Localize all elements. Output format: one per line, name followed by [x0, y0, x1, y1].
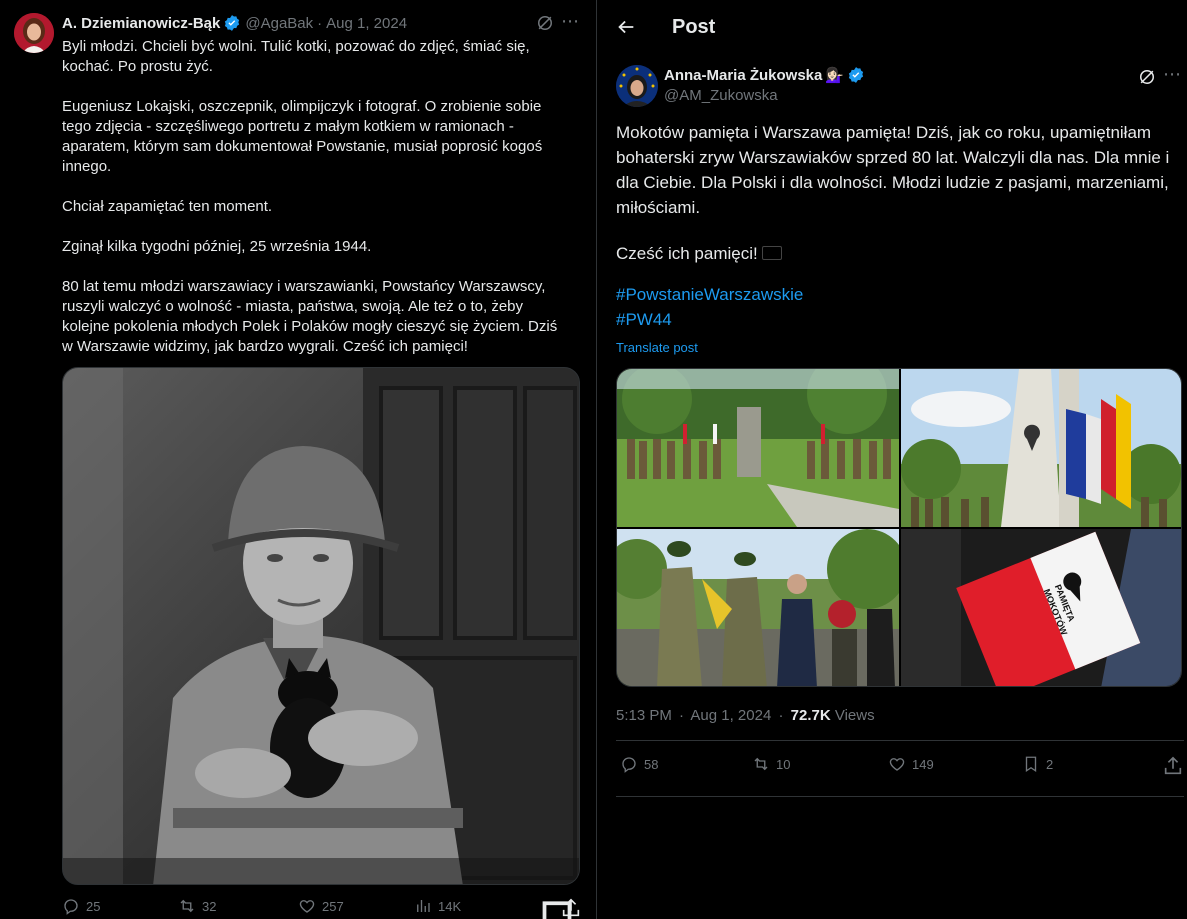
tweet-paragraph: Zginął kilka tygodni później, 25 wrześni… [62, 238, 372, 255]
page-title: Post [672, 16, 716, 38]
post-photo[interactable]: MOKOTÓW PAMIĘTA [901, 529, 1181, 686]
author-avatar[interactable] [616, 65, 658, 107]
meta-separator: · [679, 707, 685, 724]
reply-count: 58 [644, 756, 659, 772]
divider [616, 740, 1184, 741]
views-icon [417, 900, 430, 912]
post-date[interactable]: Aug 1, 2024 [690, 707, 771, 724]
post-text: Mokotów pamięta i Warszawa pamięta! Dziś… [616, 120, 1184, 332]
tweet-header: A. Dziemianowicz-Bąk @AgaBak · Aug 1, 20… [62, 13, 407, 33]
more-icon[interactable]: ⋯ [1163, 64, 1182, 85]
tweet-actions: 25 32 257 14K [62, 897, 582, 919]
left-tweet: A. Dziemianowicz-Bąk @AgaBak · Aug 1, 20… [0, 0, 596, 919]
repost-button[interactable]: 32 [178, 897, 216, 915]
views-count: 72.7K [790, 707, 831, 724]
post-photo[interactable] [901, 369, 1181, 527]
post-actions: 58 10 149 2 [616, 755, 1184, 779]
share-icon[interactable] [560, 897, 582, 919]
like-count: 149 [912, 756, 934, 772]
views-button[interactable]: 14K [414, 897, 461, 915]
like-button[interactable]: 149 [888, 755, 934, 773]
tweet-date[interactable]: Aug 1, 2024 [326, 15, 407, 32]
author-handle[interactable]: @AM_Zukowska [664, 87, 778, 104]
like-button[interactable]: 257 [298, 897, 344, 915]
post-detail: Post Anna-Maria Żukowska 💁🏻‍♀️ @AM_Zukow… [597, 0, 1187, 919]
like-icon [299, 900, 315, 913]
views-count: 14K [438, 898, 462, 914]
reply-count: 25 [86, 898, 101, 914]
hashtag-link[interactable]: #PW44 [616, 307, 1184, 332]
like-icon [889, 758, 905, 771]
tweet-paragraph: 80 lat temu młodzi warszawiacy i warszaw… [62, 278, 558, 355]
post-photo-grid: MOKOTÓW PAMIĘTA [616, 368, 1182, 687]
post-paragraph: Cześć ich pamięci! [616, 244, 758, 263]
bookmark-button[interactable]: 2 [1022, 755, 1053, 773]
verified-badge-icon [225, 15, 240, 31]
share-icon[interactable] [1162, 755, 1184, 777]
back-arrow-icon[interactable] [615, 16, 637, 38]
hashtag-link[interactable]: #PowstanieWarszawskie [616, 282, 1184, 307]
tweet-paragraph: Byli młodzi. Chcieli być wolni. Tulić ko… [62, 38, 530, 75]
author-avatar[interactable] [14, 13, 54, 53]
more-icon[interactable]: ⋯ [561, 11, 581, 31]
reply-button[interactable]: 58 [620, 755, 658, 773]
repost-count: 32 [202, 898, 217, 914]
reply-button[interactable]: 25 [62, 897, 100, 915]
verified-badge-icon [848, 67, 864, 83]
like-count: 257 [322, 898, 344, 914]
tweet-text: Byli młodzi. Chcieli być wolni. Tulić ko… [62, 37, 572, 377]
post-time[interactable]: 5:13 PM [616, 707, 672, 724]
header-separator: · [317, 14, 323, 32]
views-label: Views [834, 707, 875, 724]
repost-button[interactable]: 10 [752, 755, 790, 773]
author-handle[interactable]: @AgaBak [245, 15, 313, 32]
post-photo[interactable] [617, 369, 899, 527]
translate-post-link[interactable]: Translate post [616, 340, 698, 355]
grok-icon[interactable] [535, 13, 555, 33]
bookmark-count: 2 [1046, 756, 1054, 772]
post-paragraph-2: Cześć ich pamięci! [616, 241, 1184, 266]
tweet-paragraph: Eugeniusz Lokajski, oszczepnik, olimpijc… [62, 98, 543, 175]
tweet-photo[interactable] [62, 367, 580, 885]
repost-icon [754, 757, 768, 771]
author-name-row: Anna-Maria Żukowska 💁🏻‍♀️ [664, 66, 869, 84]
grok-icon[interactable] [1137, 67, 1157, 87]
post-metadata: 5:13 PM · Aug 1, 2024 · 72.7K Views [616, 707, 875, 724]
divider [616, 796, 1184, 797]
repost-icon [180, 899, 194, 913]
poland-flag-icon [762, 246, 783, 260]
author-name[interactable]: A. Dziemianowicz-Bąk [62, 15, 220, 32]
post-header-bar: Post [597, 0, 1187, 53]
bookmark-icon [1025, 756, 1037, 773]
reply-icon [622, 757, 636, 773]
reply-icon [64, 899, 78, 915]
post-photo[interactable] [617, 529, 899, 686]
author-name[interactable]: Anna-Maria Żukowska [664, 67, 822, 84]
meta-separator: · [778, 707, 784, 724]
post-paragraph: Mokotów pamięta i Warszawa pamięta! Dziś… [616, 123, 1170, 217]
tweet-paragraph: Chciał zapamiętać ten moment. [62, 198, 273, 215]
repost-count: 10 [776, 756, 791, 772]
author-emoji: 💁🏻‍♀️ [825, 67, 845, 84]
